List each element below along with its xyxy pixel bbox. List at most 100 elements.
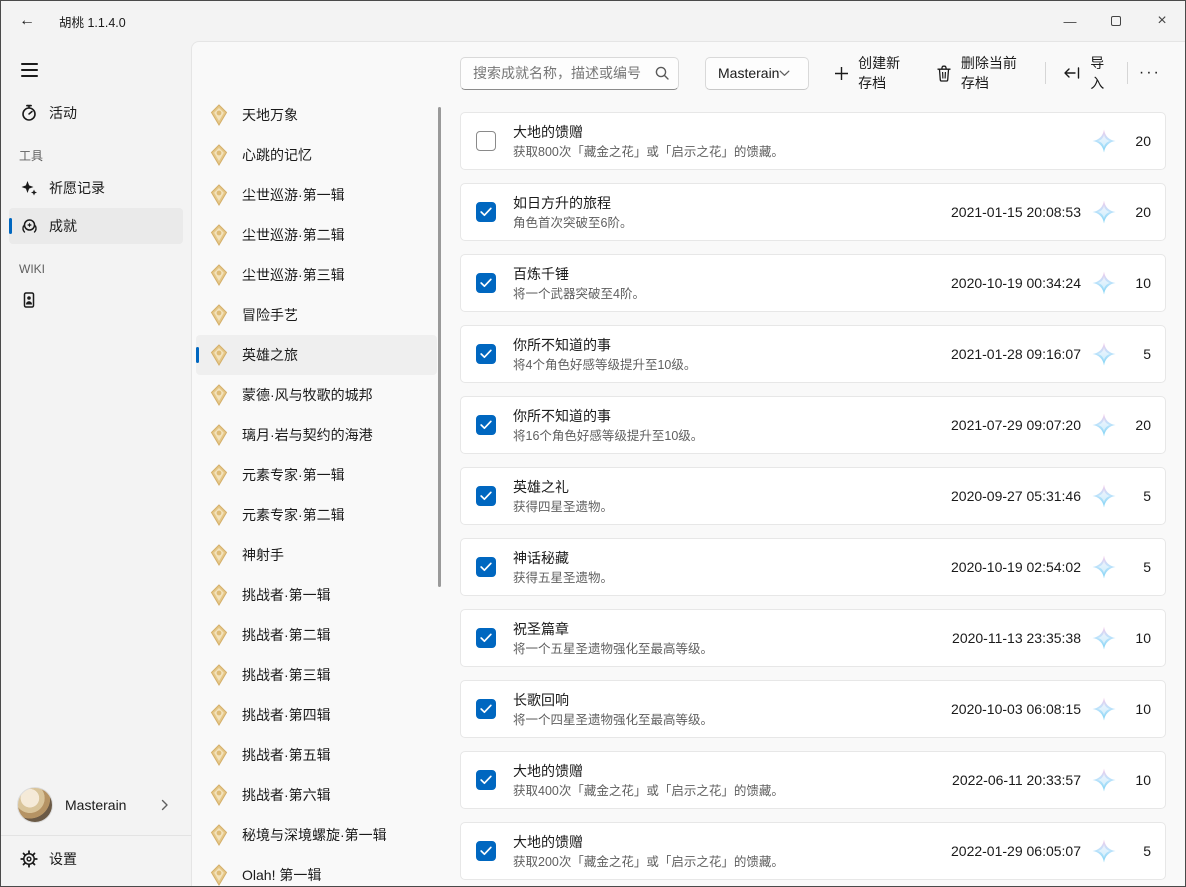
achievement-description: 获得五星圣遗物。 <box>513 570 951 586</box>
achievement-checkbox[interactable] <box>476 202 496 222</box>
category-item[interactable]: 神射手 <box>196 535 437 575</box>
category-emblem-icon <box>196 184 242 206</box>
primogem-icon <box>1091 199 1117 225</box>
category-scrollbar[interactable] <box>438 107 441 587</box>
delete-archive-button[interactable]: 删除当前存档 <box>925 56 1040 90</box>
achievement-card: 英雄之礼 获得四星圣遗物。 2020-09-27 05:31:46 5 <box>460 467 1166 525</box>
category-item[interactable]: 冒险手艺 <box>196 295 437 335</box>
back-button[interactable]: ← <box>7 5 47 37</box>
category-item[interactable]: 璃月·岩与契约的海港 <box>196 415 437 455</box>
category-emblem-icon <box>196 504 242 526</box>
category-item[interactable]: 元素专家·第一辑 <box>196 455 437 495</box>
achievement-timestamp: 2021-01-15 20:08:53 <box>951 204 1081 220</box>
category-item[interactable]: 挑战者·第五辑 <box>196 735 437 775</box>
window-controls: — × <box>1047 1 1185 41</box>
category-emblem-icon <box>196 384 242 406</box>
sidebar-item-achievements[interactable]: 成就 <box>9 208 183 244</box>
achievement-card: 大地的馈赠 获取800次「藏金之花」或「启示之花」的馈藏。 20 <box>460 112 1166 170</box>
category-emblem-icon <box>196 304 242 326</box>
achievement-checkbox[interactable] <box>476 557 496 577</box>
achievement-checkbox[interactable] <box>476 628 496 648</box>
user-profile-button[interactable]: Masterain <box>9 779 183 831</box>
category-item[interactable]: 心跳的记忆 <box>196 135 437 175</box>
category-item[interactable]: 挑战者·第六辑 <box>196 775 437 815</box>
category-item[interactable]: 挑战者·第四辑 <box>196 695 437 735</box>
sidebar-item-wish-history[interactable]: 祈愿记录 <box>9 170 183 206</box>
achievement-description: 获取200次「藏金之花」或「启示之花」的馈藏。 <box>513 854 951 870</box>
category-emblem-icon <box>196 824 242 846</box>
achievement-card: 祝圣篇章 将一个五星圣遗物强化至最高等级。 2020-11-13 23:35:3… <box>460 609 1166 667</box>
achievement-checkbox[interactable] <box>476 841 496 861</box>
achievement-title: 长歌回响 <box>513 691 951 709</box>
category-item[interactable]: 英雄之旅 <box>196 335 437 375</box>
app-window: ← 胡桃 1.1.4.0 — × 活动 工具 祈愿记录 <box>0 0 1186 887</box>
sidebar-item-activity[interactable]: 活动 <box>9 95 183 131</box>
minimize-icon: — <box>1064 14 1077 29</box>
sidebar-item-label: 祈愿记录 <box>49 178 105 198</box>
primogem-icon <box>1091 341 1117 367</box>
category-item[interactable]: 尘世巡游·第一辑 <box>196 175 437 215</box>
category-item[interactable]: 秘境与深境螺旋·第一辑 <box>196 815 437 855</box>
more-button[interactable]: ··· <box>1134 56 1166 90</box>
category-label: 挑战者·第六辑 <box>242 785 331 805</box>
achievement-checkbox[interactable] <box>476 131 496 151</box>
achievement-description: 将16个角色好感等级提升至10级。 <box>513 428 951 444</box>
achievement-description: 将一个武器突破至4阶。 <box>513 286 951 302</box>
achievement-description: 将一个五星圣遗物强化至最高等级。 <box>513 641 952 657</box>
create-archive-button[interactable]: 创建新存档 <box>823 56 925 90</box>
category-emblem-icon <box>196 624 242 646</box>
achievement-checkbox[interactable] <box>476 486 496 506</box>
toolbar: Masterain 创建新存档 删除当前存档 <box>460 55 1166 91</box>
achievement-card: 百炼千锤 将一个武器突破至4阶。 2020-10-19 00:34:24 10 <box>460 254 1166 312</box>
primogem-icon <box>1091 412 1117 438</box>
achievement-description: 获得四星圣遗物。 <box>513 499 951 515</box>
archive-selected-value: Masterain <box>718 65 779 81</box>
category-emblem-icon <box>196 424 242 446</box>
search-input[interactable] <box>473 65 654 81</box>
primogem-icon <box>1091 696 1117 722</box>
trash-icon <box>936 65 952 82</box>
category-item[interactable]: 元素专家·第二辑 <box>196 495 437 535</box>
achievement-reward-count: 20 <box>1125 204 1151 220</box>
chevron-right-icon <box>161 799 169 811</box>
achievement-title: 你所不知道的事 <box>513 336 951 354</box>
import-button[interactable]: 导入 <box>1052 56 1121 90</box>
sidebar-bottom: Masterain 设置 <box>1 779 191 886</box>
category-emblem-icon <box>196 744 242 766</box>
delete-archive-label: 删除当前存档 <box>961 53 1029 93</box>
achievement-checkbox[interactable] <box>476 699 496 719</box>
achievement-checkbox[interactable] <box>476 415 496 435</box>
category-item[interactable]: Olah! 第一辑 <box>196 855 437 886</box>
archive-select[interactable]: Masterain <box>705 57 809 90</box>
category-list: 天地万象 心跳的记忆 尘世巡游·第一辑 尘世巡游·第 <box>192 95 447 886</box>
category-item[interactable]: 挑战者·第一辑 <box>196 575 437 615</box>
achievement-text: 你所不知道的事 将4个角色好感等级提升至10级。 <box>513 336 951 373</box>
category-item[interactable]: 蒙德·风与牧歌的城邦 <box>196 375 437 415</box>
category-item[interactable]: 尘世巡游·第二辑 <box>196 215 437 255</box>
minimize-button[interactable]: — <box>1047 1 1093 41</box>
achievement-description: 将4个角色好感等级提升至10级。 <box>513 357 951 373</box>
achievement-checkbox[interactable] <box>476 770 496 790</box>
plus-icon <box>834 66 849 81</box>
sidebar-item-character[interactable] <box>9 282 183 318</box>
titlebar: ← 胡桃 1.1.4.0 — × <box>1 1 1185 41</box>
category-emblem-icon <box>196 544 242 566</box>
achievement-checkbox[interactable] <box>476 273 496 293</box>
achievement-timestamp: 2022-01-29 06:05:07 <box>951 843 1081 859</box>
category-label: Olah! 第一辑 <box>242 865 321 885</box>
achievement-timestamp: 2022-06-11 20:33:57 <box>952 772 1081 788</box>
achievement-timestamp: 2020-11-13 23:35:38 <box>952 630 1081 646</box>
ellipsis-icon: ··· <box>1139 64 1161 82</box>
sidebar-item-settings[interactable]: 设置 <box>9 840 183 878</box>
category-item[interactable]: 天地万象 <box>196 95 437 135</box>
category-item[interactable]: 尘世巡游·第三辑 <box>196 255 437 295</box>
hamburger-button[interactable] <box>15 55 49 85</box>
sparkles-icon <box>9 179 49 197</box>
close-button[interactable]: × <box>1139 1 1185 41</box>
category-item[interactable]: 挑战者·第三辑 <box>196 655 437 695</box>
achievement-checkbox[interactable] <box>476 344 496 364</box>
create-archive-label: 创建新存档 <box>858 53 914 93</box>
maximize-button[interactable] <box>1093 1 1139 41</box>
category-item[interactable]: 挑战者·第二辑 <box>196 615 437 655</box>
user-avatar <box>17 787 53 823</box>
